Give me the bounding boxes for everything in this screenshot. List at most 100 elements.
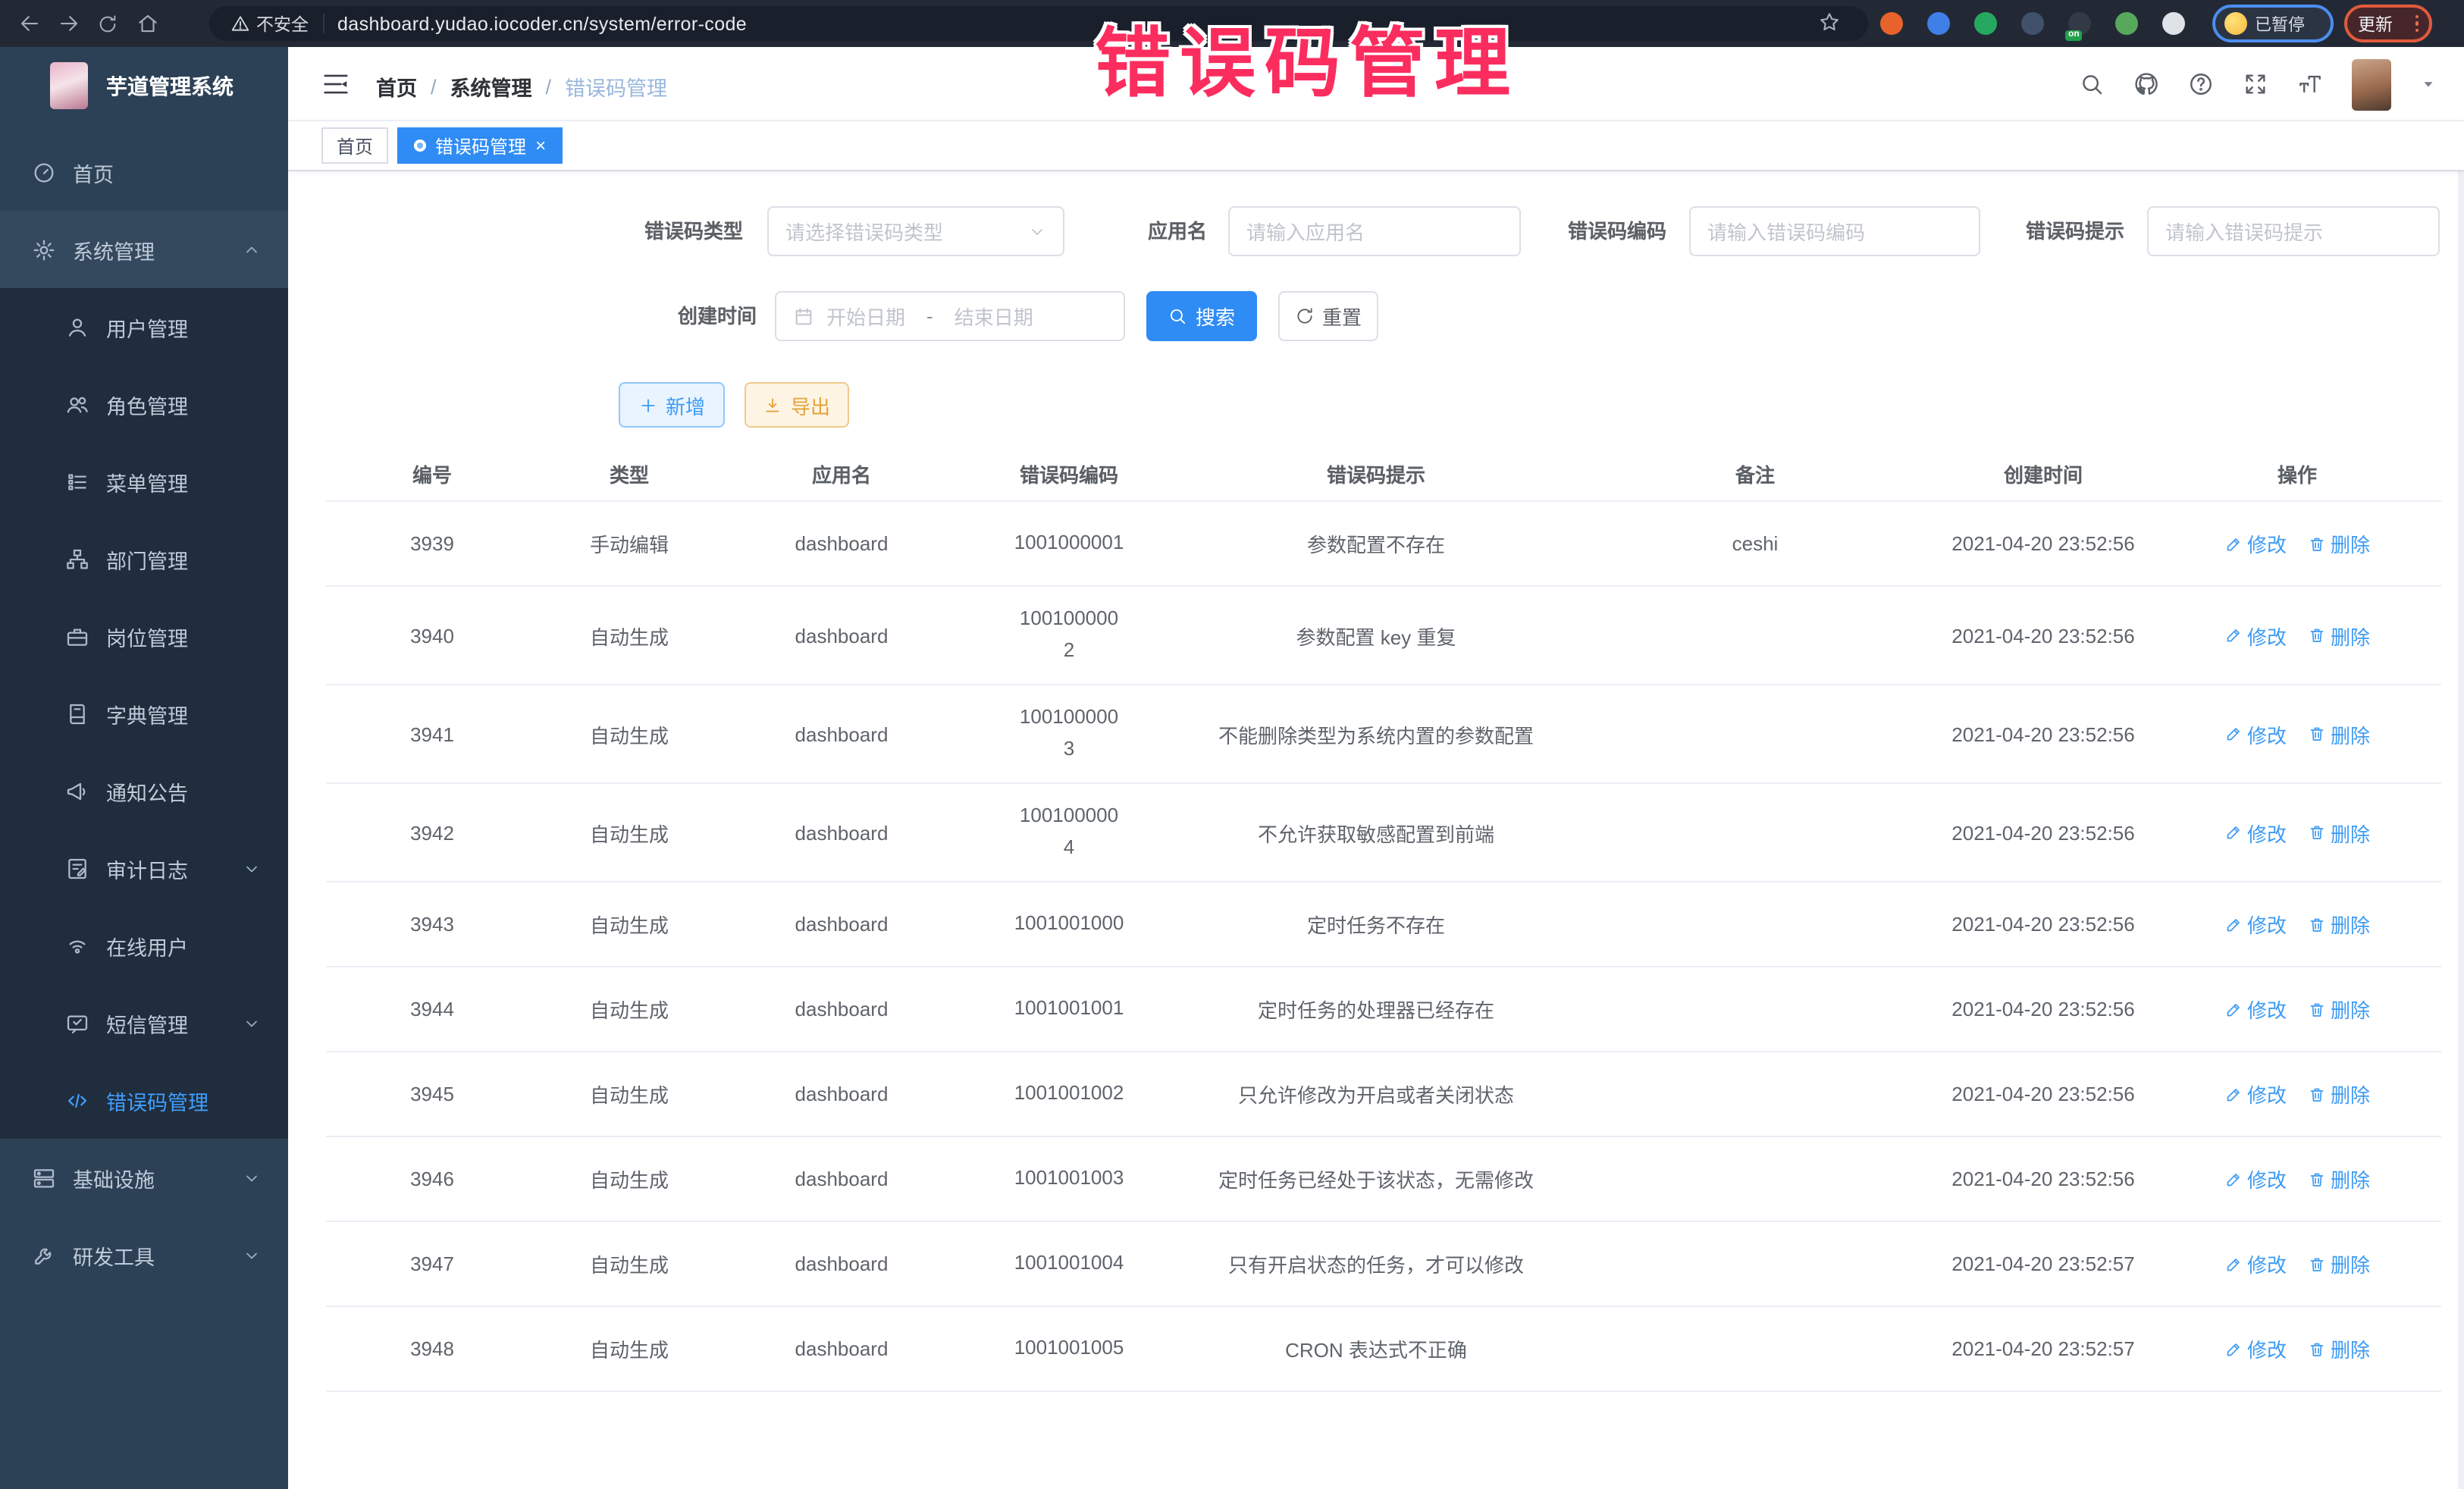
add-button[interactable]: 新增 xyxy=(619,382,725,428)
sidebar-item-dept[interactable]: 部门管理 xyxy=(0,520,288,597)
reset-button[interactable]: 重置 xyxy=(1278,291,1378,341)
extension-orange-icon[interactable] xyxy=(1880,12,1903,35)
delete-link[interactable]: 删除 xyxy=(2308,529,2370,558)
edit-link[interactable]: 修改 xyxy=(2224,1165,2287,1193)
table-row[interactable]: 3940自动生成dashboard100100000 2参数配置 key 重复2… xyxy=(326,587,2441,685)
edit-link[interactable]: 修改 xyxy=(2224,1334,2287,1363)
cell-remark xyxy=(1577,829,1933,835)
scrollbar[interactable] xyxy=(2458,47,2464,1489)
sidebar-collapse-icon[interactable] xyxy=(321,70,350,99)
table-row[interactable]: 3947自动生成dashboard1001001004只有开启状态的任务，才可以… xyxy=(326,1222,2441,1307)
extension-key-icon[interactable] xyxy=(2115,12,2138,35)
table-row[interactable]: 3946自动生成dashboard1001001003定时任务已经处于该状态，无… xyxy=(326,1137,2441,1222)
extension-green-v-icon[interactable] xyxy=(1974,12,1997,35)
calendar-icon xyxy=(793,306,814,327)
search-icon[interactable] xyxy=(2079,71,2105,97)
table-row[interactable]: 3941自动生成dashboard100100000 3不能删除类型为系统内置的… xyxy=(326,685,2441,784)
cell-created: 2021-04-20 23:52:56 xyxy=(1933,995,2153,1023)
sidebar-item-post[interactable]: 岗位管理 xyxy=(0,597,288,675)
delete-link[interactable]: 删除 xyxy=(2308,719,2370,748)
user-icon xyxy=(65,315,89,339)
edit-link[interactable]: 修改 xyxy=(2224,995,2287,1023)
extension-translate-icon[interactable]: on xyxy=(2068,12,2091,35)
chevron-down-icon xyxy=(243,1246,261,1264)
fullscreen-icon[interactable] xyxy=(2243,71,2268,97)
sidebar-item-online-user[interactable]: 在线用户 xyxy=(0,907,288,984)
delete-link[interactable]: 删除 xyxy=(2308,1080,2370,1108)
sidebar-item-error-code[interactable]: 错误码管理 xyxy=(0,1061,288,1139)
cell-id: 3946 xyxy=(326,1165,538,1193)
table-row[interactable]: 3948自动生成dashboard1001001005CRON 表达式不正确20… xyxy=(326,1307,2441,1392)
delete-link[interactable]: 删除 xyxy=(2308,910,2370,939)
table-row[interactable]: 3939手动编辑dashboard1001000001参数配置不存在ceshi2… xyxy=(326,502,2441,587)
sidebar-item-infra[interactable]: 基础设施 xyxy=(0,1139,288,1216)
tag-错误码管理[interactable]: 错误码管理× xyxy=(397,127,563,164)
search-button[interactable]: 搜索 xyxy=(1146,291,1257,341)
bookmark-star-icon[interactable] xyxy=(1818,11,1841,33)
tag-首页[interactable]: 首页 xyxy=(321,127,388,164)
sidebar-item-notice[interactable]: 通知公告 xyxy=(0,752,288,829)
delete-link[interactable]: 删除 xyxy=(2308,818,2370,847)
sidebar-item-dev-tools[interactable]: 研发工具 xyxy=(0,1216,288,1293)
security-warning-text: 不安全 xyxy=(256,11,309,36)
delete-link[interactable]: 删除 xyxy=(2308,621,2370,650)
edit-link[interactable]: 修改 xyxy=(2224,910,2287,939)
delete-link[interactable]: 删除 xyxy=(2308,995,2370,1023)
cell-id: 3945 xyxy=(326,1080,538,1108)
browser-profile-chip[interactable]: 已暂停 xyxy=(2212,5,2334,42)
date-range-picker[interactable]: 开始日期 - 结束日期 xyxy=(775,291,1125,341)
sidebar-item-sms[interactable]: 短信管理 xyxy=(0,984,288,1061)
cell-message: CRON 表达式不正确 xyxy=(1175,1331,1577,1366)
cell-remark xyxy=(1577,731,1933,737)
sidebar-item-role[interactable]: 角色管理 xyxy=(0,365,288,443)
font-size-icon[interactable] xyxy=(2297,71,2323,97)
error-code-input[interactable]: 请输入错误码编码 xyxy=(1689,206,1980,256)
app-name-input[interactable]: 请输入应用名 xyxy=(1228,206,1521,256)
sidebar-item-audit-log[interactable]: 审计日志 xyxy=(0,829,288,907)
chevron-down-icon[interactable] xyxy=(2420,76,2437,92)
table-row[interactable]: 3942自动生成dashboard100100000 4不允许获取敏感配置到前端… xyxy=(326,784,2441,882)
user-avatar[interactable] xyxy=(2352,58,2391,110)
delete-link[interactable]: 删除 xyxy=(2308,1334,2370,1363)
column-header: 错误码提示 xyxy=(1175,456,1577,491)
edit-link[interactable]: 修改 xyxy=(2224,719,2287,748)
github-icon[interactable] xyxy=(2133,71,2159,97)
error-type-select[interactable]: 请选择错误码类型 xyxy=(767,206,1064,256)
error-message-input[interactable]: 请输入错误码提示 xyxy=(2147,206,2440,256)
table-row[interactable]: 3944自动生成dashboard1001001001定时任务的处理器已经存在2… xyxy=(326,967,2441,1052)
sidebar-item-system[interactable]: 系统管理 xyxy=(0,211,288,288)
sidebar-item-dict[interactable]: 字典管理 xyxy=(0,675,288,752)
delete-link[interactable]: 删除 xyxy=(2308,1249,2370,1278)
reload-icon[interactable] xyxy=(91,7,124,40)
edit-link[interactable]: 修改 xyxy=(2224,1249,2287,1278)
browser-update-button[interactable]: 更新 xyxy=(2344,5,2432,42)
close-icon[interactable]: × xyxy=(535,136,546,155)
cell-actions: 修改删除 xyxy=(2153,907,2441,942)
back-arrow-icon[interactable] xyxy=(12,7,45,40)
address-bar[interactable]: 不安全 dashboard.yudao.iocoder.cn/system/er… xyxy=(209,6,1868,41)
table-row[interactable]: 3943自动生成dashboard1001001000定时任务不存在2021-0… xyxy=(326,882,2441,967)
browser-menu-icon[interactable] xyxy=(2415,15,2419,33)
cell-app: dashboard xyxy=(720,910,963,939)
edit-link[interactable]: 修改 xyxy=(2224,1080,2287,1108)
sidebar-item-home[interactable]: 首页 xyxy=(0,133,288,211)
profile-status: 已暂停 xyxy=(2255,11,2305,36)
export-button[interactable]: 导出 xyxy=(745,382,849,428)
extension-tiles-icon[interactable] xyxy=(2021,12,2044,35)
forward-arrow-icon[interactable] xyxy=(52,7,85,40)
sidebar-item-menu[interactable]: 菜单管理 xyxy=(0,443,288,520)
edit-link[interactable]: 修改 xyxy=(2224,818,2287,847)
breadcrumb-system[interactable]: 系统管理 xyxy=(450,71,532,102)
edit-link[interactable]: 修改 xyxy=(2224,529,2287,558)
app-logo-row[interactable]: 芋道管理系统 xyxy=(0,47,288,124)
home-icon[interactable] xyxy=(130,7,164,40)
filter-type-label: 错误码类型 xyxy=(591,206,743,256)
breadcrumb-home[interactable]: 首页 xyxy=(376,71,417,102)
help-icon[interactable] xyxy=(2188,71,2214,97)
edit-link[interactable]: 修改 xyxy=(2224,621,2287,650)
extension-blue-gem-icon[interactable] xyxy=(1927,12,1950,35)
extension-puzzle-icon[interactable] xyxy=(2162,12,2185,35)
sidebar-item-user[interactable]: 用户管理 xyxy=(0,288,288,365)
table-row[interactable]: 3945自动生成dashboard1001001002只允许修改为开启或者关闭状… xyxy=(326,1052,2441,1137)
delete-link[interactable]: 删除 xyxy=(2308,1165,2370,1193)
